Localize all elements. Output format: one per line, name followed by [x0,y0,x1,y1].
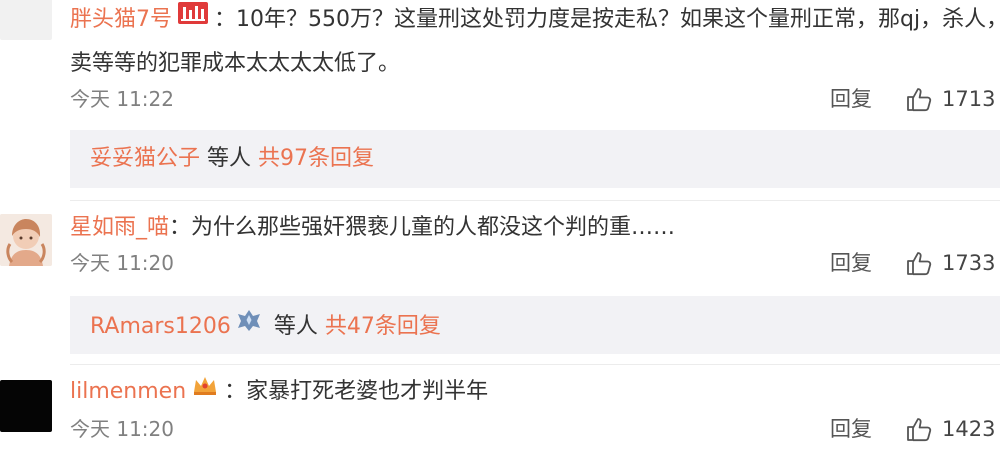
divider [70,364,1000,365]
blue-crest-badge-icon[interactable] [237,296,261,354]
avatar[interactable] [0,380,52,432]
thumbs-up-icon [906,416,932,442]
reply-suffix: 等人 [200,146,259,171]
reply-user-link[interactable]: RAmars1206 [90,314,231,339]
comment-meta: 今天 11:22 回复 1713 [70,84,995,114]
comment-text: lilmenmen ：家暴打死老婆也才判半年 [70,372,980,412]
divider [70,200,1000,201]
avatar[interactable] [0,214,52,266]
like-button[interactable]: 1423 [906,414,995,444]
reply-count-link[interactable]: 共97条回复 [258,146,374,171]
comment-body: ：10年？550万？这量刑这处罚力度是按走私？如果这个量刑正常，那qj，杀人，拐 [214,7,1000,32]
like-count: 1713 [942,87,996,111]
reply-button[interactable]: 回复 [830,414,872,444]
red-bars-badge-icon[interactable] [178,0,208,36]
username-link[interactable]: 星如雨_喵 [70,215,169,240]
comment-body: ：家暴打死老婆也才判半年 [224,379,489,404]
comment-meta: 今天 11:20 回复 1423 [70,414,995,444]
replies-summary[interactable]: RAmars1206 等人 共47条回复 [70,296,1000,354]
comment-text: 星如雨_喵：为什么那些强奸猥亵儿童的人都没这个判的重…… [70,210,980,246]
username-link[interactable]: lilmenmen [70,379,186,404]
timestamp: 今天 11:20 [70,251,174,275]
like-button[interactable]: 1733 [906,248,995,278]
reply-button[interactable]: 回复 [830,84,872,114]
replies-summary[interactable]: 妥妥猫公子 等人 共97条回复 [70,130,1000,188]
thumbs-up-icon [906,86,932,112]
timestamp: 今天 11:20 [70,417,174,441]
comment-meta: 今天 11:20 回复 1733 [70,248,995,278]
comment-body-line2: 卖等等的犯罪成本太太太太低了。 [70,51,401,76]
thumbs-up-icon [906,250,932,276]
crown-badge-icon[interactable] [192,372,218,408]
comment-feed: 胖头猫7号 ：10年？550万？这量刑这处罚力度是按走私？如果这个量刑正常，那qj… [0,0,1000,450]
like-count: 1423 [942,417,996,441]
like-button[interactable]: 1713 [906,84,995,114]
username-link[interactable]: 胖头猫7号 [70,7,172,32]
timestamp: 今天 11:22 [70,87,174,111]
comment-text-continued: 卖等等的犯罪成本太太太太低了。 [70,46,980,82]
reply-button[interactable]: 回复 [830,248,872,278]
comment-text: 胖头猫7号 ：10年？550万？这量刑这处罚力度是按走私？如果这个量刑正常，那qj… [70,0,1000,40]
reply-suffix: 等人 [266,314,325,339]
reply-user-link[interactable]: 妥妥猫公子 [90,146,200,171]
like-count: 1733 [942,251,996,275]
comment-body: ：为什么那些强奸猥亵儿童的人都没这个判的重…… [169,215,676,240]
reply-count-link[interactable]: 共47条回复 [325,314,441,339]
avatar[interactable] [0,0,52,40]
